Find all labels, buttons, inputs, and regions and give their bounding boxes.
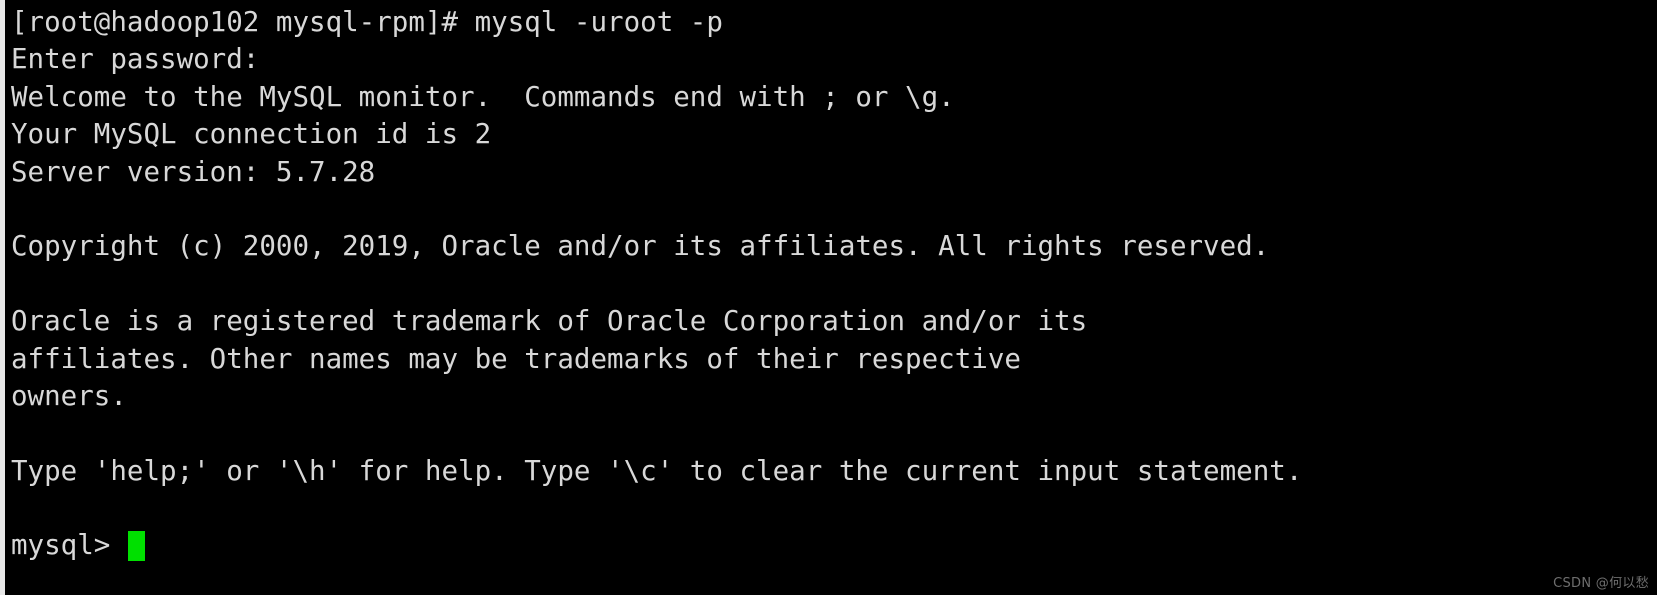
terminal-line-blank-2 bbox=[11, 266, 1657, 303]
terminal-window[interactable]: [root@hadoop102 mysql-rpm]# mysql -uroot… bbox=[0, 0, 1657, 595]
terminal-line-connection-id: Your MySQL connection id is 2 bbox=[11, 118, 492, 151]
terminal-line-blank-4 bbox=[11, 490, 1657, 527]
terminal-line-trademark-1: Oracle is a registered trademark of Orac… bbox=[11, 305, 1088, 338]
mysql-prompt-row[interactable]: mysql> bbox=[11, 527, 1657, 564]
terminal-line-server-version: Server version: 5.7.28 bbox=[11, 155, 376, 188]
terminal-screen[interactable]: [root@hadoop102 mysql-rpm]# mysql -uroot… bbox=[5, 0, 1657, 595]
terminal-line-blank-3 bbox=[11, 415, 1657, 452]
terminal-line-password-prompt: Enter password: bbox=[11, 43, 260, 76]
terminal-line-command: [root@hadoop102 mysql-rpm]# mysql -uroot… bbox=[11, 6, 723, 38]
terminal-line-copyright: Copyright (c) 2000, 2019, Oracle and/or … bbox=[11, 230, 1270, 263]
text-cursor-block bbox=[127, 531, 145, 562]
terminal-line-welcome: Welcome to the MySQL monitor. Commands e… bbox=[11, 80, 955, 113]
terminal-line-trademark-3: owners. bbox=[11, 379, 127, 412]
terminal-line-blank-1 bbox=[11, 191, 1657, 228]
mysql-prompt-label: mysql> bbox=[11, 529, 127, 562]
terminal-line-help-hint: Type 'help;' or '\h' for help. Type '\c'… bbox=[11, 454, 1303, 487]
csdn-watermark: CSDN @何以愁 bbox=[1553, 576, 1649, 591]
terminal-line-trademark-2: affiliates. Other names may be trademark… bbox=[11, 342, 1021, 375]
